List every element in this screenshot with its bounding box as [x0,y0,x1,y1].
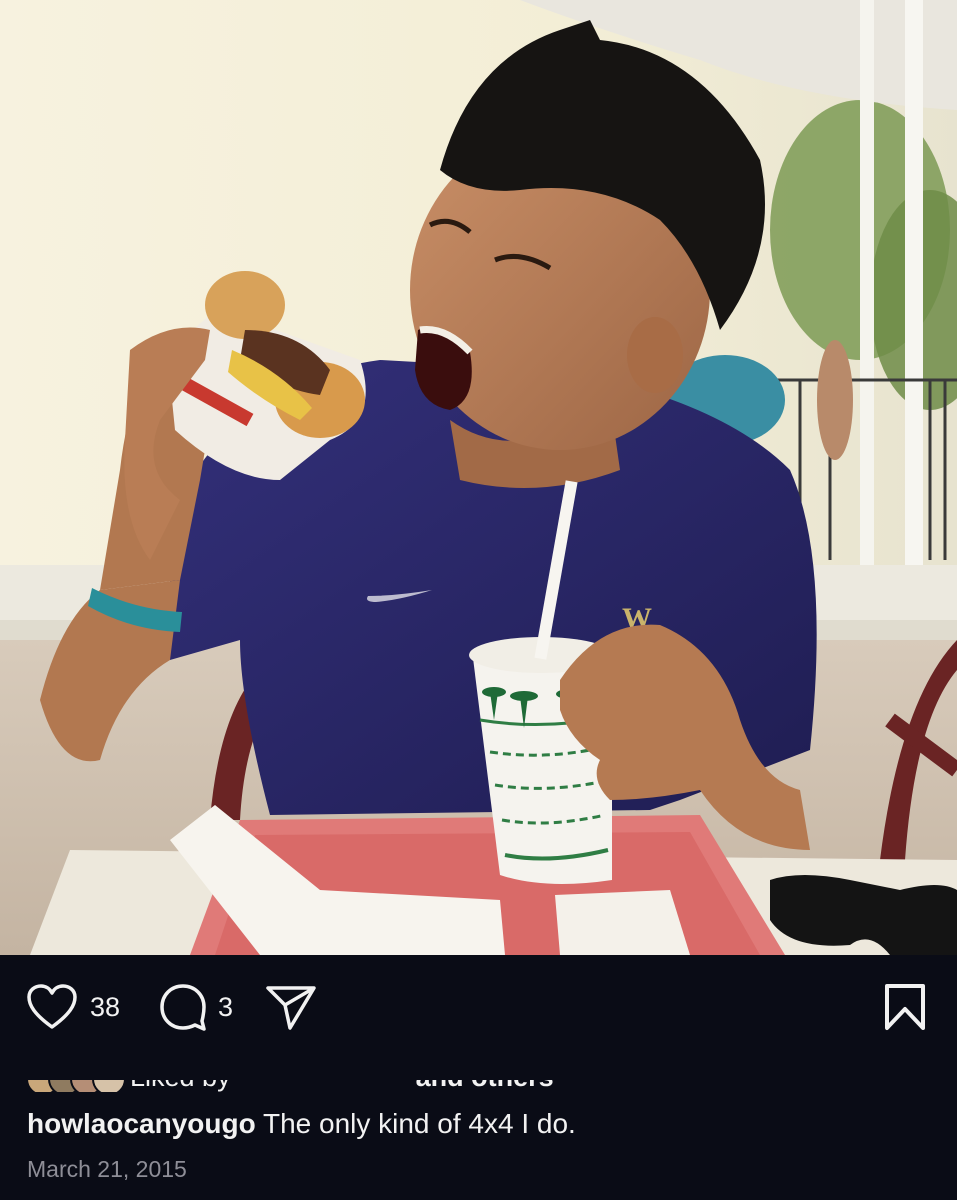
post-date: March 21, 2015 [27,1156,187,1182]
likes-count: 38 [90,991,121,1022]
caption-text: The only kind of 4x4 I do. [262,1108,576,1139]
comments-count: 3 [218,991,234,1022]
photo-illustration: W [0,0,957,955]
caption-username[interactable]: howlaocanyougo [27,1108,256,1139]
action-bar: 38 3 [0,955,957,1060]
like-button[interactable]: 38 [26,983,120,1031]
send-icon [266,986,316,1030]
post-caption: howlaocanyougo The only kind of 4x4 I do… [27,1106,937,1142]
share-button[interactable] [264,983,318,1031]
comment-button[interactable]: 3 [158,983,233,1031]
liked-by-overlap [26,1058,626,1080]
bookmark-icon [885,984,925,1030]
comment-icon [160,984,206,1031]
heart-icon [27,984,77,1029]
save-button[interactable] [882,983,928,1031]
liked-by-row[interactable]: Liked by and others [26,1058,626,1092]
post-photo[interactable]: W [0,0,957,955]
